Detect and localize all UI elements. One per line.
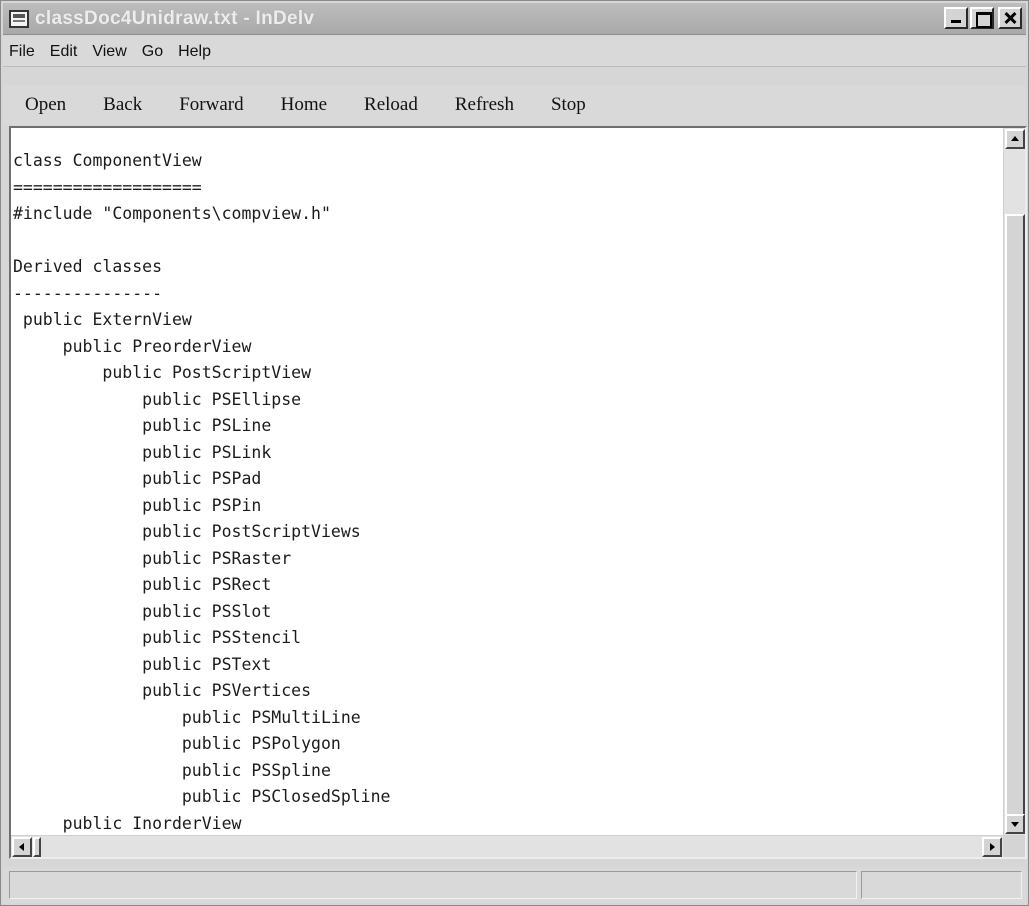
document-line: public ExternView — [13, 310, 192, 329]
menu-file[interactable]: File — [9, 43, 35, 61]
document-line: class ComponentView — [13, 151, 202, 170]
home-button[interactable]: Home — [281, 94, 327, 116]
menu-bar: File Edit View Go Help — [3, 37, 1026, 67]
menu-edit[interactable]: Edit — [50, 43, 78, 61]
document-line: public PSRect — [13, 575, 272, 594]
menu-go[interactable]: Go — [142, 43, 163, 61]
document-line: public PSLink — [13, 442, 272, 462]
document-line: --------------- — [13, 283, 163, 303]
horizontal-scroll-thumb[interactable] — [33, 837, 41, 857]
document-line: public PSSlot — [13, 601, 272, 621]
document-line: public PSPolygon — [13, 734, 341, 753]
scroll-right-icon[interactable] — [982, 837, 1002, 857]
scroll-left-icon[interactable] — [12, 837, 32, 857]
scroll-down-icon[interactable] — [1005, 814, 1025, 834]
status-bar — [3, 867, 1026, 903]
document-line: public PSVertices — [13, 681, 312, 700]
window-title: classDoc4Unidraw.txt - InDelv — [35, 8, 315, 29]
scrollbar-corner — [1003, 835, 1025, 857]
horizontal-scrollbar[interactable] — [11, 835, 1003, 857]
document-line: public PreorderView — [13, 336, 252, 356]
status-aux — [861, 871, 1022, 899]
toolbar: Open Back Forward Home Reload Refresh St… — [3, 85, 1026, 125]
reload-button[interactable]: Reload — [364, 94, 418, 116]
title-bar[interactable]: classDoc4Unidraw.txt - InDelv — [3, 3, 1026, 35]
vertical-scroll-thumb[interactable] — [1005, 214, 1025, 834]
forward-button[interactable]: Forward — [179, 94, 243, 116]
menu-view[interactable]: View — [92, 43, 126, 61]
document-line: public PSPad — [13, 469, 262, 488]
document-line: public PSClosedSpline — [13, 787, 391, 806]
refresh-button[interactable]: Refresh — [455, 94, 514, 116]
scroll-up-icon[interactable] — [1005, 129, 1025, 149]
document-line: public PSRaster — [13, 548, 292, 568]
minimize-icon[interactable] — [944, 7, 968, 29]
document-line: public PSEllipse — [13, 389, 302, 409]
maximize-icon[interactable] — [970, 7, 994, 29]
stop-button[interactable]: Stop — [551, 94, 586, 116]
document-line: Derived classes — [13, 257, 163, 276]
menu-help[interactable]: Help — [178, 43, 211, 61]
document-line: public InorderView — [13, 813, 242, 833]
document-line: #include "Components\compview.h" — [13, 204, 331, 223]
document-line: public PSPin — [13, 495, 262, 515]
app-window: classDoc4Unidraw.txt - InDelv File Edit … — [0, 0, 1029, 906]
document-line: =================== — [13, 177, 202, 197]
status-text — [9, 871, 857, 899]
document-line: public PostScriptViews — [13, 522, 361, 541]
open-button[interactable]: Open — [25, 94, 66, 116]
document-view[interactable]: class ComponentView =================== … — [9, 126, 1027, 859]
document-line: public PSText — [13, 654, 272, 674]
app-window-icon[interactable] — [9, 10, 29, 28]
document-line: public PSSpline — [13, 760, 331, 780]
back-button[interactable]: Back — [103, 94, 142, 116]
window-controls — [944, 7, 1022, 29]
document-line: public PSStencil — [13, 628, 302, 647]
document-line: public PSLine — [13, 416, 272, 435]
document-line: public PSMultiLine — [13, 707, 361, 727]
close-icon[interactable] — [998, 7, 1022, 29]
document-line: public PostScriptView — [13, 363, 312, 382]
vertical-scrollbar[interactable] — [1003, 128, 1025, 835]
document-text[interactable]: class ComponentView =================== … — [11, 148, 1003, 835]
